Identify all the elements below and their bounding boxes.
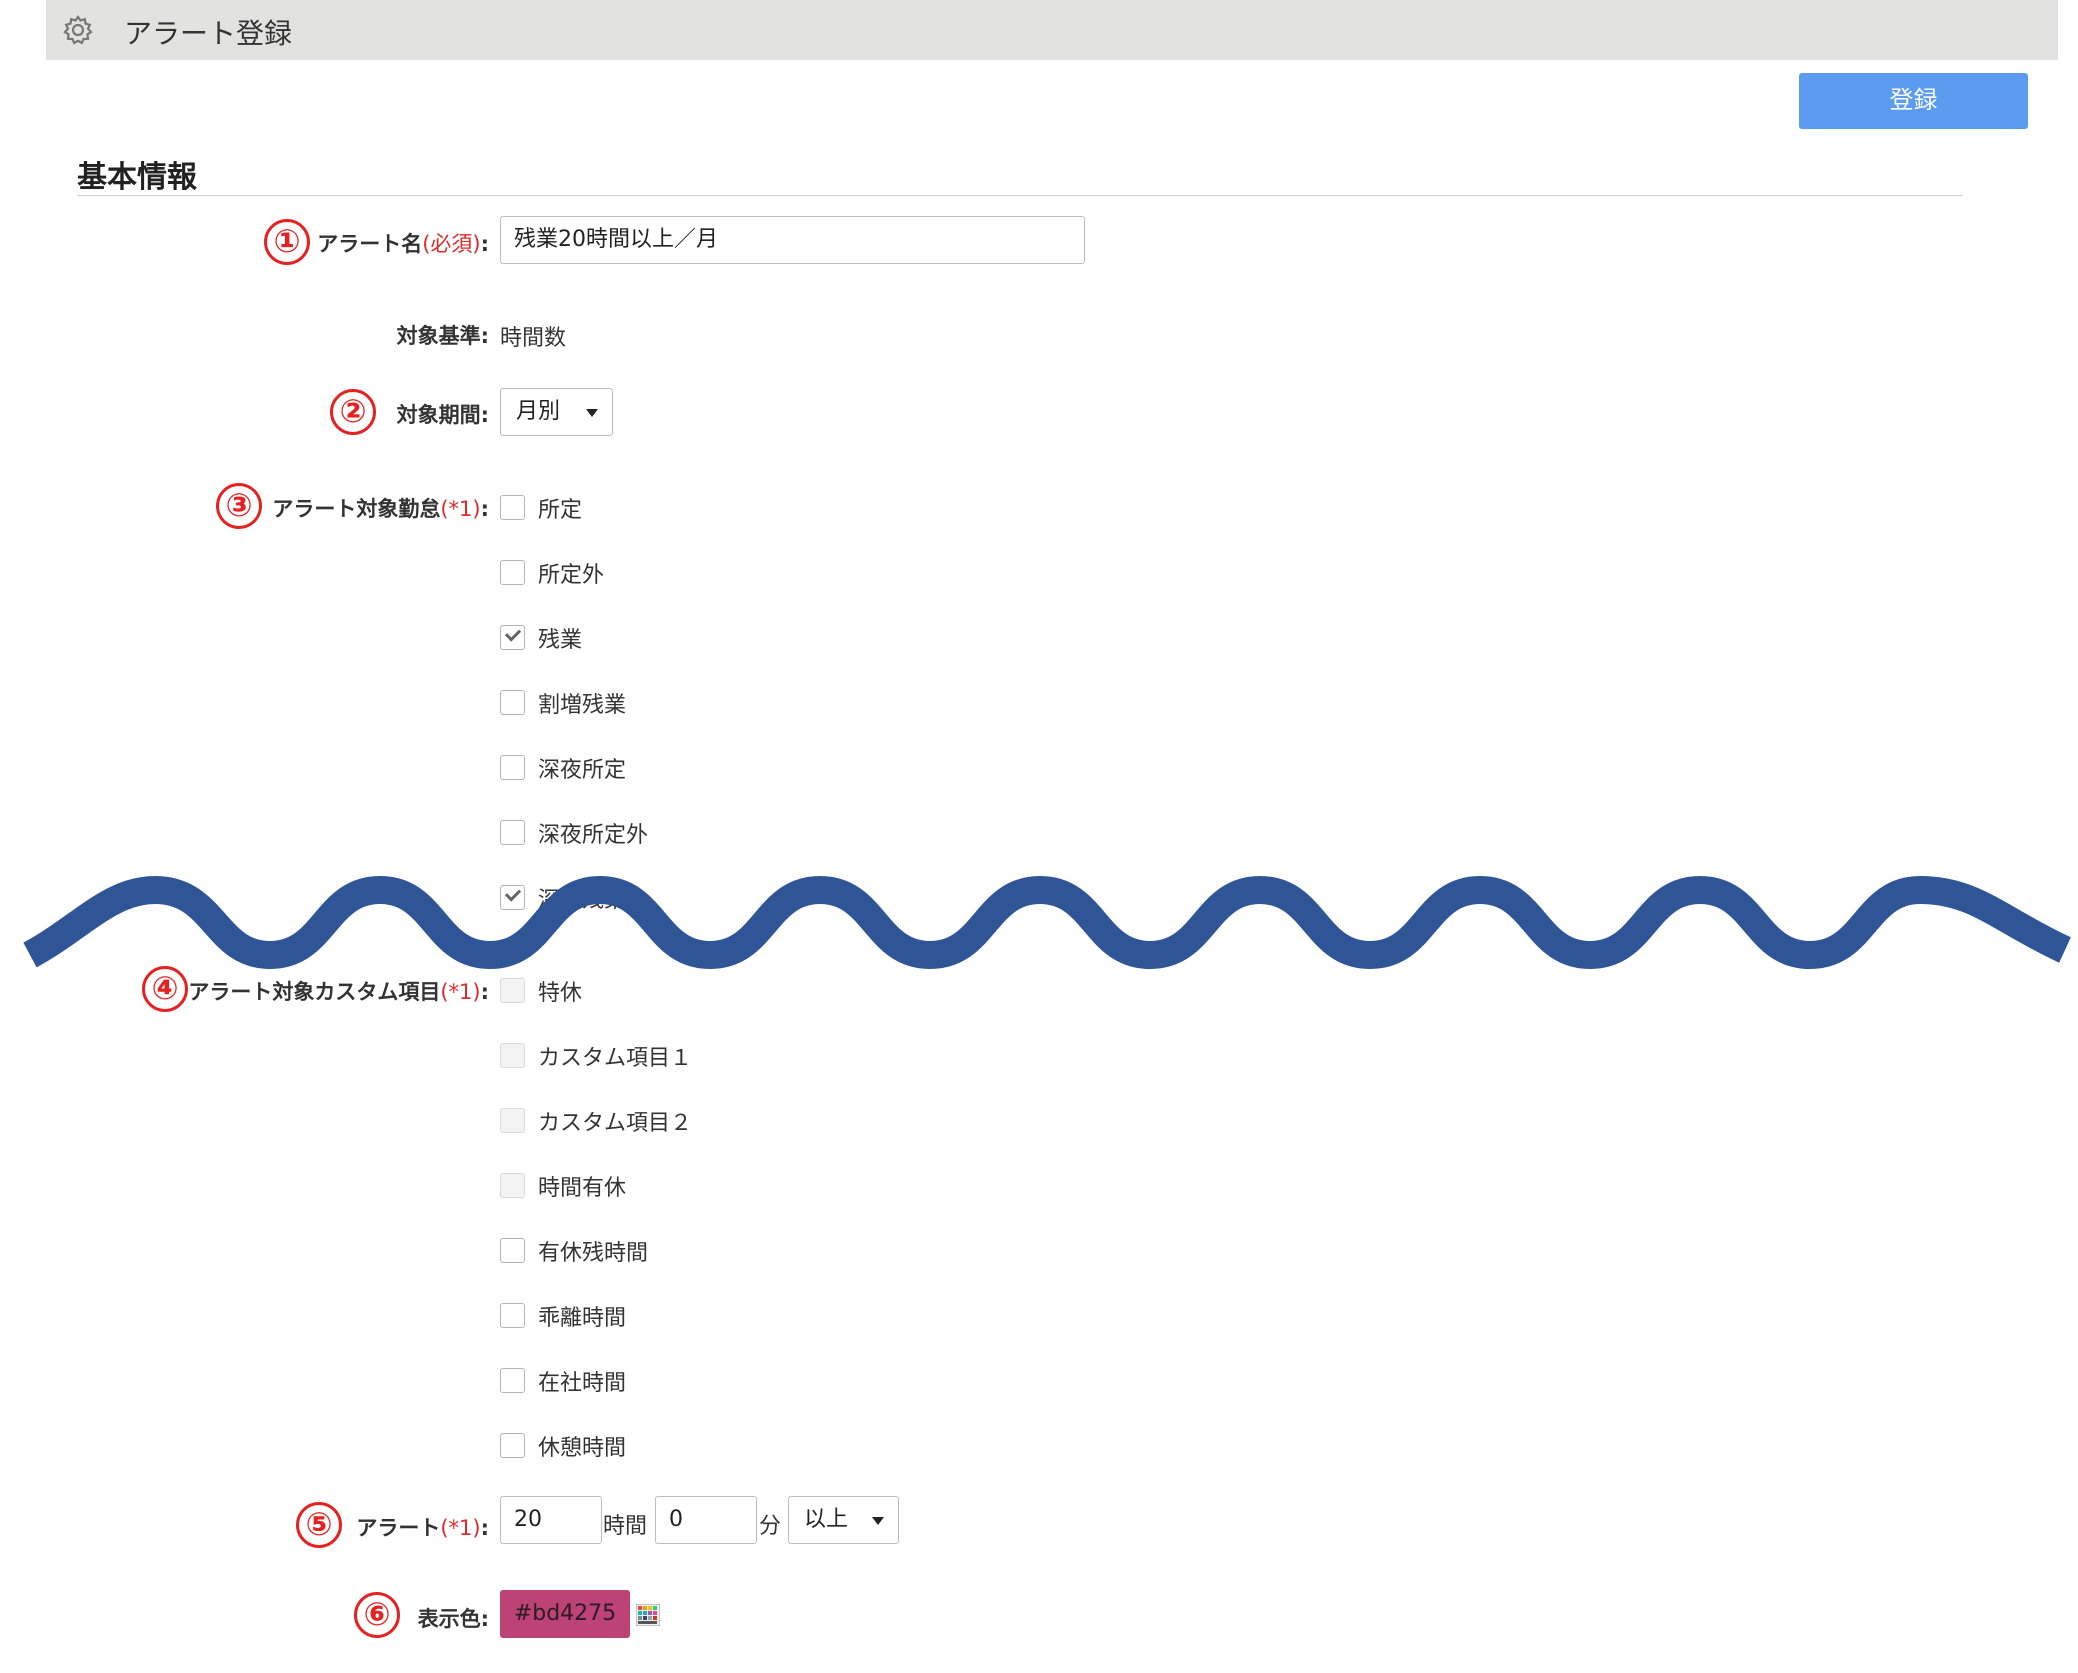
checkbox-label: 所定外 [538,563,605,588]
checkbox-label: 有休残時間 [538,1241,649,1266]
required-marker: (必須) [422,232,481,256]
checkbox-label: 残業 [538,628,583,653]
annotation-badge-4: ④ [142,966,188,1012]
checkbox-label: 乖離時間 [538,1306,627,1331]
checkbox[interactable] [500,1368,525,1393]
minutes-input[interactable]: 0 [655,1496,757,1544]
minutes-unit: 分 [759,1514,782,1539]
checkbox-checked[interactable] [500,625,525,650]
register-button[interactable]: 登録 [1799,73,2028,129]
alert-custom-label-text: アラート対象カスタム項目 [188,980,441,1004]
alert-threshold-label: アラート(*1): [356,1512,489,1542]
checkbox[interactable] [500,1303,525,1328]
hours-input[interactable]: 20 [500,1496,602,1544]
target-period-value: 月別 [516,399,561,424]
alert-name-label-text: アラート名 [317,232,423,256]
wavy-cut-line [23,875,2071,970]
window-titlebar: アラート登録 [46,0,2058,60]
checkbox[interactable] [500,690,525,715]
label-colon: : [480,497,489,521]
annotation-badge-1: ① [264,219,310,265]
annotation-badge-5: ⑤ [296,1502,342,1548]
checkbox[interactable] [500,1433,525,1458]
chevron-down-icon [586,409,598,417]
checkbox-label: 割増残業 [538,693,627,718]
checkbox-label: 在社時間 [538,1371,627,1396]
checkbox-label: 深夜所定外 [538,823,649,848]
checkbox-label: 休憩時間 [538,1436,627,1461]
annotation-badge-6: ⑥ [354,1592,400,1638]
color-value-field[interactable]: #bd4275 [500,1590,630,1638]
checkbox[interactable] [500,1238,525,1263]
checkbox-disabled [500,1108,525,1133]
alert-custom-label: アラート対象カスタム項目(*1): [188,976,489,1006]
alert-name-input[interactable]: 残業20時間以上／月 [500,216,1085,264]
comparison-select[interactable]: 以上 [788,1496,899,1544]
checkbox-disabled [500,1043,525,1068]
target-period-label: 対象期間: [396,403,489,427]
display-color-label: 表示色: [417,1607,489,1631]
target-period-select[interactable]: 月別 [500,388,613,436]
checkbox-label: 深夜所定 [538,758,627,783]
alert-name-label: アラート名(必須): [317,228,489,258]
annotation-badge-3: ③ [216,483,262,529]
checkbox[interactable] [500,755,525,780]
checkbox-label: カスタム項目２ [538,1111,693,1136]
required-marker: (*1) [440,1516,481,1540]
checkbox[interactable] [500,820,525,845]
section-divider [77,195,1963,196]
checkbox-label: カスタム項目１ [538,1046,693,1071]
checkbox-disabled [500,978,525,1003]
section-title: 基本情報 [77,160,197,195]
palette-icon[interactable] [636,1604,660,1626]
checkbox-label: 時間有休 [538,1176,627,1201]
checkbox-label: 所定 [538,498,583,523]
checkbox[interactable] [500,495,525,520]
checkbox[interactable] [500,560,525,585]
page-title: アラート登録 [124,17,293,50]
label-colon: : [480,1516,489,1540]
alert-attendance-label-text: アラート対象勤怠 [272,497,441,521]
required-marker: (*1) [440,980,481,1004]
alert-attendance-label: アラート対象勤怠(*1): [272,493,489,523]
chevron-down-icon [872,1517,884,1525]
required-marker: (*1) [440,497,481,521]
label-colon: : [480,232,489,256]
checkbox-disabled [500,1173,525,1198]
alert-threshold-label-text: アラート [356,1516,441,1540]
checkmark-icon [504,625,522,642]
gear-icon [63,15,93,45]
target-basis-label: 対象基準: [396,324,489,348]
comparison-value: 以上 [804,1507,849,1532]
label-colon: : [480,980,489,1004]
hours-unit: 時間 [603,1514,648,1539]
annotation-badge-2: ② [330,389,376,435]
target-basis-value: 時間数 [500,326,567,351]
checkbox-label: 特休 [538,981,583,1006]
